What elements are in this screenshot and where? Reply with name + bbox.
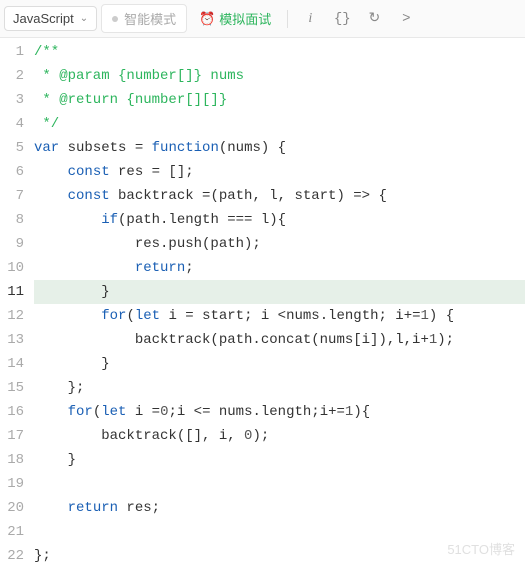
code-line[interactable]: backtrack([], i, 0); [34,424,525,448]
line-number: 8 [0,208,24,232]
braces-icon: {} [334,11,351,27]
code-line[interactable]: return res; [34,496,525,520]
alarm-icon: ⏰ [199,11,215,27]
status-dot-icon [112,16,118,22]
code-line[interactable]: } [34,448,525,472]
line-number: 16 [0,400,24,424]
code-line[interactable]: */ [34,112,525,136]
code-line[interactable]: } [34,280,525,304]
line-number: 22 [0,544,24,568]
code-line[interactable]: res.push(path); [34,232,525,256]
watermark: 51CTO博客 [447,539,515,558]
expand-icon: > [402,11,410,27]
line-number: 15 [0,376,24,400]
toolbar-divider [287,10,288,28]
line-number: 19 [0,472,24,496]
line-number: 7 [0,184,24,208]
chevron-down-icon: ⌄ [80,13,88,24]
line-number: 17 [0,424,24,448]
line-number: 11 [0,280,24,304]
line-number: 3 [0,88,24,112]
line-gutter: 12345678910111213141516171819202122 [0,38,34,568]
line-number: 14 [0,352,24,376]
smart-mode-label: 智能模式 [124,9,176,28]
line-number: 10 [0,256,24,280]
code-line[interactable]: } [34,352,525,376]
line-number: 9 [0,232,24,256]
smart-mode-toggle[interactable]: 智能模式 [101,4,187,33]
code-line[interactable]: for(let i =0;i <= nums.length;i+=1){ [34,400,525,424]
expand-button[interactable]: > [392,5,420,33]
code-line[interactable]: * @param {number[]} nums [34,64,525,88]
code-line[interactable]: backtrack(path.concat(nums[i]),l,i+1); [34,328,525,352]
editor-toolbar: JavaScript ⌄ 智能模式 ⏰ 模拟面试 i {} ↻ > [0,0,525,38]
line-number: 2 [0,64,24,88]
line-number: 1 [0,40,24,64]
line-number: 4 [0,112,24,136]
code-line[interactable]: return; [34,256,525,280]
info-icon: i [308,11,312,27]
refresh-icon: ↻ [368,10,380,27]
code-area[interactable]: /** * @param {number[]} nums * @return {… [34,38,525,568]
code-line[interactable]: if(path.length === l){ [34,208,525,232]
language-selector[interactable]: JavaScript ⌄ [4,6,97,31]
line-number: 13 [0,328,24,352]
code-line[interactable]: * @return {number[][]} [34,88,525,112]
line-number: 12 [0,304,24,328]
language-label: JavaScript [13,11,74,26]
line-number: 20 [0,496,24,520]
code-line[interactable]: }; [34,376,525,400]
info-button[interactable]: i [296,5,324,33]
reset-button[interactable]: ↻ [360,5,388,33]
line-number: 6 [0,160,24,184]
line-number: 5 [0,136,24,160]
line-number: 18 [0,448,24,472]
code-line[interactable]: const res = []; [34,160,525,184]
line-number: 21 [0,520,24,544]
code-line[interactable]: /** [34,40,525,64]
format-button[interactable]: {} [328,5,356,33]
code-line[interactable]: const backtrack =(path, l, start) => { [34,184,525,208]
mock-interview-button[interactable]: ⏰ 模拟面试 [191,5,279,32]
mock-interview-label: 模拟面试 [219,9,271,28]
code-line[interactable] [34,472,525,496]
code-line[interactable]: for(let i = start; i <nums.length; i+=1)… [34,304,525,328]
code-editor[interactable]: 12345678910111213141516171819202122 /** … [0,38,525,568]
code-line[interactable]: var subsets = function(nums) { [34,136,525,160]
